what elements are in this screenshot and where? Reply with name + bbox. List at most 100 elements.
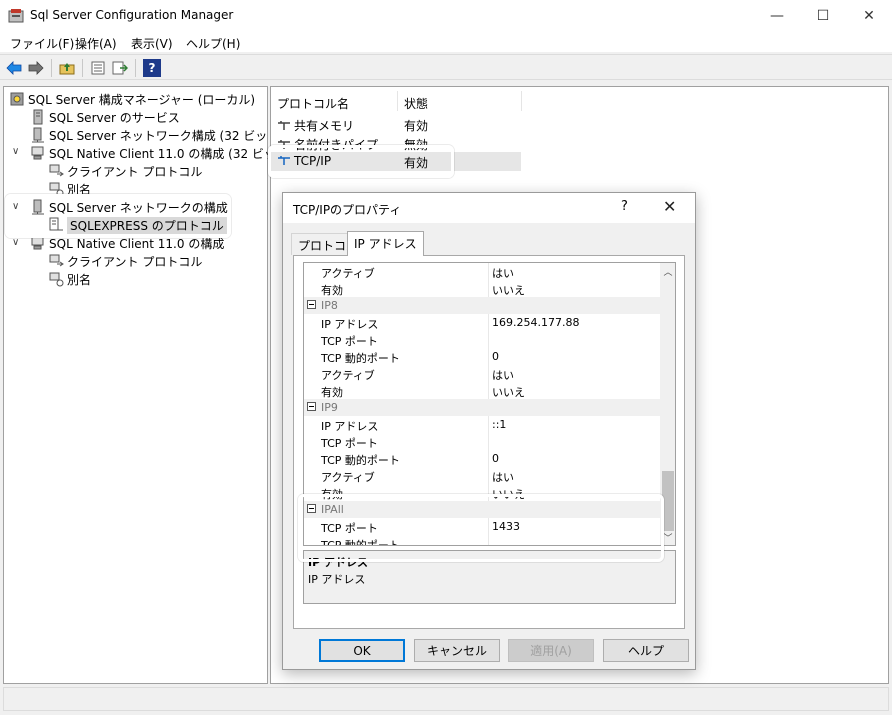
collapse-icon[interactable] bbox=[307, 300, 316, 309]
expanded-chevron-icon[interactable]: ∨ bbox=[12, 201, 19, 212]
property-value[interactable]: ::1 bbox=[492, 418, 506, 431]
grid-property-row[interactable]: IP アドレス::1 bbox=[304, 416, 660, 433]
tree-item-native-alias[interactable]: 別名 bbox=[48, 270, 91, 288]
forward-arrow-icon[interactable] bbox=[27, 59, 45, 77]
tree-item-sqlexpress-protocols[interactable]: SQLEXPRESS のプロトコル bbox=[48, 216, 227, 234]
menu-action[interactable]: 操作(A) bbox=[75, 35, 117, 52]
property-value[interactable]: はい bbox=[492, 265, 514, 281]
property-name: アクティブ bbox=[321, 471, 375, 484]
protocol-list-icon bbox=[48, 217, 64, 233]
tree-item-native32[interactable]: SQL Native Client 11.0 の構成 (32 ビット) bbox=[30, 144, 293, 162]
apply-button[interactable]: 適用(A) bbox=[508, 639, 594, 662]
grid-property-row[interactable]: 有効 いいえ bbox=[304, 484, 660, 501]
property-value[interactable]: 1433 bbox=[492, 520, 520, 533]
grid-property-row[interactable]: TCP ポート 1433 bbox=[304, 518, 660, 535]
tree-item-native[interactable]: SQL Native Client 11.0 の構成 bbox=[30, 234, 224, 252]
menu-bar: ファイル(F) 操作(A) 表示(V) ヘルプ(H) bbox=[0, 32, 892, 52]
expanded-chevron-icon[interactable]: ∨ bbox=[12, 237, 19, 248]
back-arrow-icon[interactable] bbox=[5, 59, 23, 77]
tree-label: 別名 bbox=[67, 272, 92, 287]
scroll-thumb[interactable] bbox=[662, 471, 674, 531]
list-row-named-pipes[interactable]: 名前付きパイプ 無効 bbox=[271, 134, 521, 153]
tree-item-native32-client-protocols[interactable]: クライアント プロトコル bbox=[48, 162, 202, 180]
grid-section-header[interactable]: IPAll bbox=[304, 501, 660, 518]
grid-divider bbox=[488, 535, 489, 545]
column-header-protocol-name[interactable]: プロトコル名 bbox=[277, 95, 349, 112]
property-value[interactable]: はい bbox=[492, 469, 514, 485]
server-network-icon bbox=[30, 199, 46, 215]
grid-property-row[interactable]: IP アドレス 169.254.177.88 bbox=[304, 314, 660, 331]
help-icon[interactable]: ? bbox=[143, 59, 161, 77]
tree-item-native32-alias[interactable]: 別名 bbox=[48, 180, 91, 198]
tree-item-native-client-protocols[interactable]: クライアント プロトコル bbox=[48, 252, 202, 270]
grid-divider bbox=[488, 314, 489, 331]
grid-property-row[interactable]: アクティブ はい bbox=[304, 263, 660, 280]
protocol-name: 共有メモリ bbox=[294, 119, 355, 133]
export-icon[interactable] bbox=[111, 59, 129, 77]
list-row-tcp-ip[interactable]: TCP/IP 有効 bbox=[271, 152, 521, 171]
property-name: 有効 bbox=[321, 488, 343, 501]
expanded-chevron-icon[interactable]: ∨ bbox=[12, 146, 19, 157]
grid-divider bbox=[488, 467, 489, 484]
collapse-icon[interactable] bbox=[307, 402, 316, 411]
tree-label: クライアント プロトコル bbox=[67, 164, 203, 179]
minimize-button[interactable]: — bbox=[754, 0, 800, 32]
property-value[interactable]: はい bbox=[492, 367, 514, 383]
properties-icon[interactable] bbox=[89, 59, 107, 77]
maximize-button[interactable]: ☐ bbox=[800, 0, 846, 32]
menu-help[interactable]: ヘルプ(H) bbox=[186, 35, 240, 52]
toolbar-separator bbox=[135, 59, 136, 77]
menu-view[interactable]: 表示(V) bbox=[131, 35, 173, 52]
up-folder-icon[interactable] bbox=[58, 59, 76, 77]
scroll-up-icon[interactable]: ︿ bbox=[660, 263, 675, 279]
property-value[interactable]: 169.254.177.88 bbox=[492, 316, 579, 329]
grid-divider bbox=[488, 484, 489, 501]
grid-property-row[interactable]: 有効 いいえ bbox=[304, 280, 660, 297]
close-button[interactable]: ✕ bbox=[846, 0, 892, 32]
grid-divider bbox=[488, 348, 489, 365]
scroll-down-icon[interactable]: ﹀ bbox=[660, 529, 675, 545]
grid-property-row[interactable]: アクティブ はい bbox=[304, 365, 660, 382]
dialog-close-button[interactable]: ✕ bbox=[663, 197, 676, 216]
tree-root[interactable]: SQL Server 構成マネージャー (ローカル) bbox=[9, 90, 255, 108]
native-client-icon bbox=[30, 235, 46, 251]
grid-section-header[interactable]: IP9 bbox=[304, 399, 660, 416]
grid-property-row[interactable]: 有効 いいえ bbox=[304, 382, 660, 399]
dialog-help-button[interactable]: ? bbox=[621, 199, 628, 214]
grid-property-row[interactable]: TCP 動的ポート 0 bbox=[304, 450, 660, 467]
property-value[interactable]: 0 bbox=[492, 350, 499, 363]
grid-property-row[interactable]: TCP ポート bbox=[304, 433, 660, 450]
grid-property-row[interactable]: TCP 動的ポート 0 bbox=[304, 348, 660, 365]
cancel-button[interactable]: キャンセル bbox=[414, 639, 500, 662]
menu-file[interactable]: ファイル(F) bbox=[10, 35, 74, 52]
property-name: TCP ポート bbox=[321, 335, 378, 348]
grid-property-row[interactable]: アクティブ はい bbox=[304, 467, 660, 484]
tree-label: SQL Server ネットワーク構成 (32 ビット) bbox=[49, 128, 284, 143]
property-value[interactable]: いいえ bbox=[492, 486, 525, 502]
grid-section-header[interactable]: IP8 bbox=[304, 297, 660, 314]
toolbar-separator bbox=[82, 59, 83, 77]
grid-property-row[interactable]: TCP ポート bbox=[304, 331, 660, 348]
native-client-icon bbox=[30, 145, 46, 161]
column-divider[interactable] bbox=[521, 91, 522, 111]
tab-ip-address[interactable]: IP アドレス bbox=[347, 231, 424, 256]
list-row-shared-memory[interactable]: 共有メモリ 有効 bbox=[271, 115, 521, 134]
property-name: アクティブ bbox=[321, 369, 375, 382]
property-value[interactable]: 0 bbox=[492, 452, 499, 465]
tree-label: SQL Server ネットワークの構成 bbox=[49, 200, 228, 215]
help-button[interactable]: ヘルプ bbox=[603, 639, 689, 662]
protocol-state: 有効 bbox=[404, 119, 429, 133]
tree-item-network32[interactable]: SQL Server ネットワーク構成 (32 ビット) bbox=[30, 126, 284, 144]
column-header-state[interactable]: 状態 bbox=[404, 95, 428, 112]
property-value[interactable]: いいえ bbox=[492, 282, 525, 298]
collapse-icon[interactable] bbox=[307, 504, 316, 513]
grid-property-row[interactable]: TCP 動的ポート bbox=[304, 535, 660, 545]
property-value[interactable]: いいえ bbox=[492, 384, 525, 400]
column-divider[interactable] bbox=[397, 91, 398, 111]
tree-item-services[interactable]: SQL Server のサービス bbox=[30, 108, 180, 126]
tree-item-network[interactable]: SQL Server ネットワークの構成 bbox=[30, 198, 228, 216]
grid-scrollbar[interactable]: ︿ ﹀ bbox=[660, 263, 675, 545]
property-name: TCP ポート bbox=[321, 437, 378, 450]
grid-divider bbox=[488, 450, 489, 467]
ok-button[interactable]: OK bbox=[319, 639, 405, 662]
